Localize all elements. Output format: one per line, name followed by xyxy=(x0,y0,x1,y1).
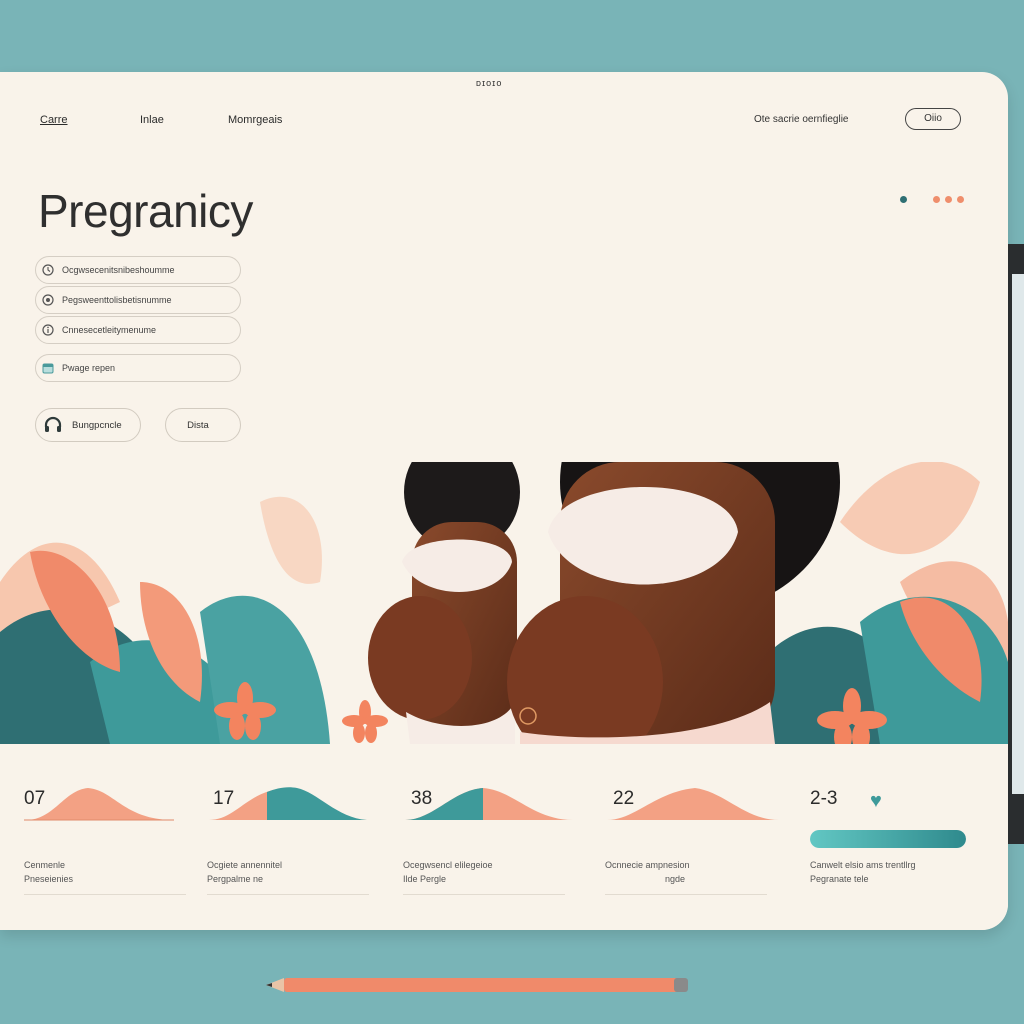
menu-item[interactable]: Pwage repen xyxy=(35,354,241,382)
menu-item[interactable]: Pegsweenttolisbetisnumme xyxy=(35,286,241,314)
bell-curve-chart xyxy=(405,788,573,820)
headphones-icon xyxy=(40,412,66,438)
settings-icon xyxy=(42,294,54,306)
stat-caption: Ocnnecie ampnesion xyxy=(605,860,690,870)
menu-item-label: Ocgwsecenitsnibeshoumme xyxy=(62,265,175,275)
divider xyxy=(403,894,565,895)
carousel-dot[interactable] xyxy=(957,196,964,203)
bell-curve-chart xyxy=(607,788,779,820)
stat-value: 2-3 xyxy=(810,788,838,809)
secondary-action-button[interactable]: Dista xyxy=(165,408,241,442)
info-icon xyxy=(42,324,54,336)
page-title: Pregranicy xyxy=(38,185,253,237)
bell-curve-chart xyxy=(209,787,367,820)
progress-bar xyxy=(810,830,966,848)
carousel-dot[interactable] xyxy=(900,196,907,203)
calendar-icon xyxy=(42,362,54,374)
stat-subcaption: Pergpalme ne xyxy=(207,874,264,884)
pencil-icon xyxy=(266,978,688,992)
app-window: ᴅɪᴏɪᴏ Carre Inlae Momrgeais Ote sacrie o… xyxy=(0,72,1008,930)
divider xyxy=(605,894,767,895)
nav-link-carre[interactable]: Carre xyxy=(40,114,68,126)
primary-action-button[interactable]: Bungpcncle xyxy=(35,408,141,442)
stat-subcaption: Ilde Pergle xyxy=(403,874,447,884)
menu-item[interactable]: Cnnesecetleitymenume xyxy=(35,316,241,344)
stat-caption: Ocgiete annennitel xyxy=(207,860,283,870)
nav-link-inlae[interactable]: Inlae xyxy=(140,114,164,126)
menu-item-label: Cnnesecetleitymenume xyxy=(62,325,157,335)
adjacent-window-edge xyxy=(1008,244,1024,844)
menu-item[interactable]: Ocgwsecenitsnibeshoumme xyxy=(35,256,241,284)
primary-action-label: Bungpcncle xyxy=(72,419,122,431)
divider xyxy=(207,894,369,895)
stat-subcaption: ngde xyxy=(665,874,686,884)
heart-icon: ♥ xyxy=(870,790,882,812)
bell-curve-chart xyxy=(24,788,174,821)
nav-link-momrgeais[interactable]: Momrgeais xyxy=(228,114,282,126)
menu-item-label: Pegsweenttolisbetisnumme xyxy=(62,295,172,305)
stat-caption: Canwelt elsio ams trentllrg xyxy=(810,860,916,870)
stat-subcaption: Pegranate tele xyxy=(810,874,869,884)
stat-caption: Cenmenle xyxy=(24,860,66,870)
divider xyxy=(24,894,186,895)
hero-illustration xyxy=(0,462,1008,744)
menu-item-label: Pwage repen xyxy=(62,363,116,373)
stats-row: 07 Cenmenle Pneseienies 17 Ocgiete annen… xyxy=(0,744,1008,930)
header-button[interactable]: Oiio xyxy=(905,108,961,130)
secondary-action-label: Dista xyxy=(187,419,209,431)
window-title: ᴅɪᴏɪᴏ xyxy=(476,78,503,88)
progress-fill xyxy=(810,830,966,848)
carousel-dots[interactable] xyxy=(900,196,964,203)
header-tagline: Ote sacrie oernfieglie xyxy=(754,114,849,125)
figure-left xyxy=(368,462,520,744)
clock-icon xyxy=(42,264,54,276)
stat-subcaption: Pneseienies xyxy=(24,874,74,884)
carousel-dot[interactable] xyxy=(945,196,952,203)
carousel-dot[interactable] xyxy=(933,196,940,203)
stat-caption: Ocegwsencl elilegeioe xyxy=(403,860,493,870)
